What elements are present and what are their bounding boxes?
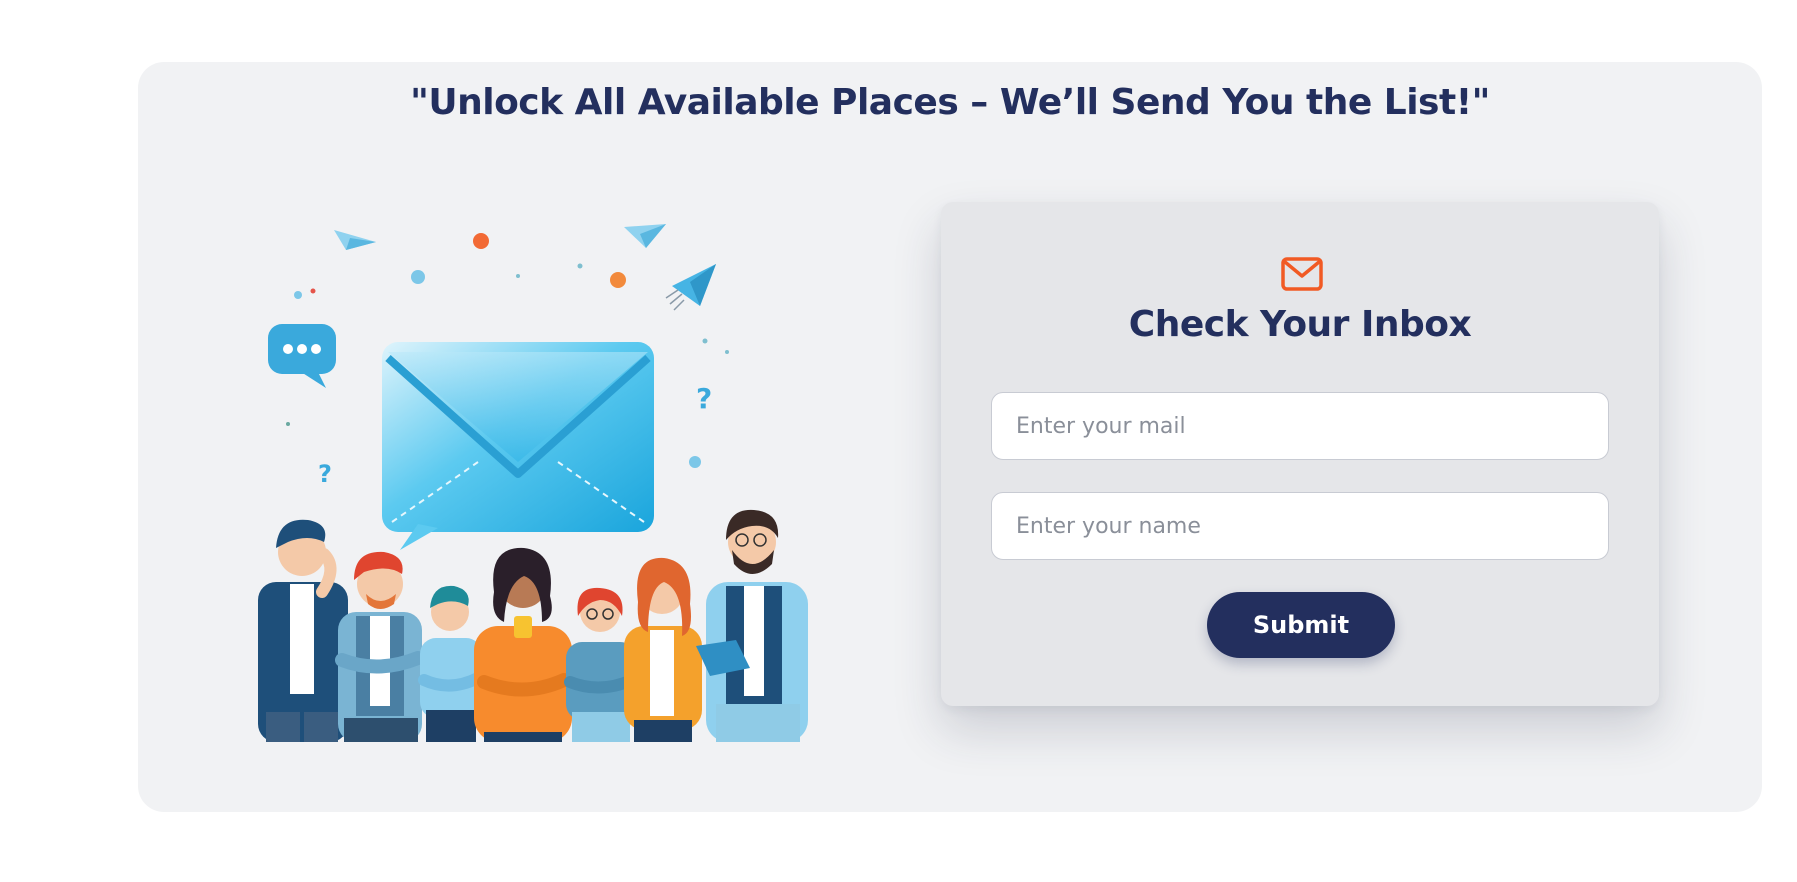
envelope-icon xyxy=(382,342,654,550)
inbox-signup-card: Check Your Inbox Submit xyxy=(941,202,1659,706)
people-group xyxy=(258,509,808,742)
mail-icon xyxy=(1281,257,1323,291)
page: "Unlock All Available Places – We’ll Sen… xyxy=(0,0,1797,882)
chat-bubble-icon xyxy=(268,324,336,388)
paper-plane-icon xyxy=(334,230,376,250)
email-field[interactable] xyxy=(991,392,1609,460)
question-mark-icon: ? xyxy=(318,460,332,488)
page-headline: "Unlock All Available Places – We’ll Sen… xyxy=(410,82,1490,123)
card-title: Check Your Inbox xyxy=(1128,304,1472,345)
people-with-envelope-illustration: ? ? xyxy=(258,224,808,742)
paper-plane-icon xyxy=(624,224,666,248)
question-mark-icon: ? xyxy=(696,382,712,415)
name-field[interactable] xyxy=(991,492,1609,560)
paper-plane-icon xyxy=(665,264,716,311)
submit-button[interactable]: Submit xyxy=(1207,592,1395,658)
signup-panel: "Unlock All Available Places – We’ll Sen… xyxy=(138,62,1762,812)
